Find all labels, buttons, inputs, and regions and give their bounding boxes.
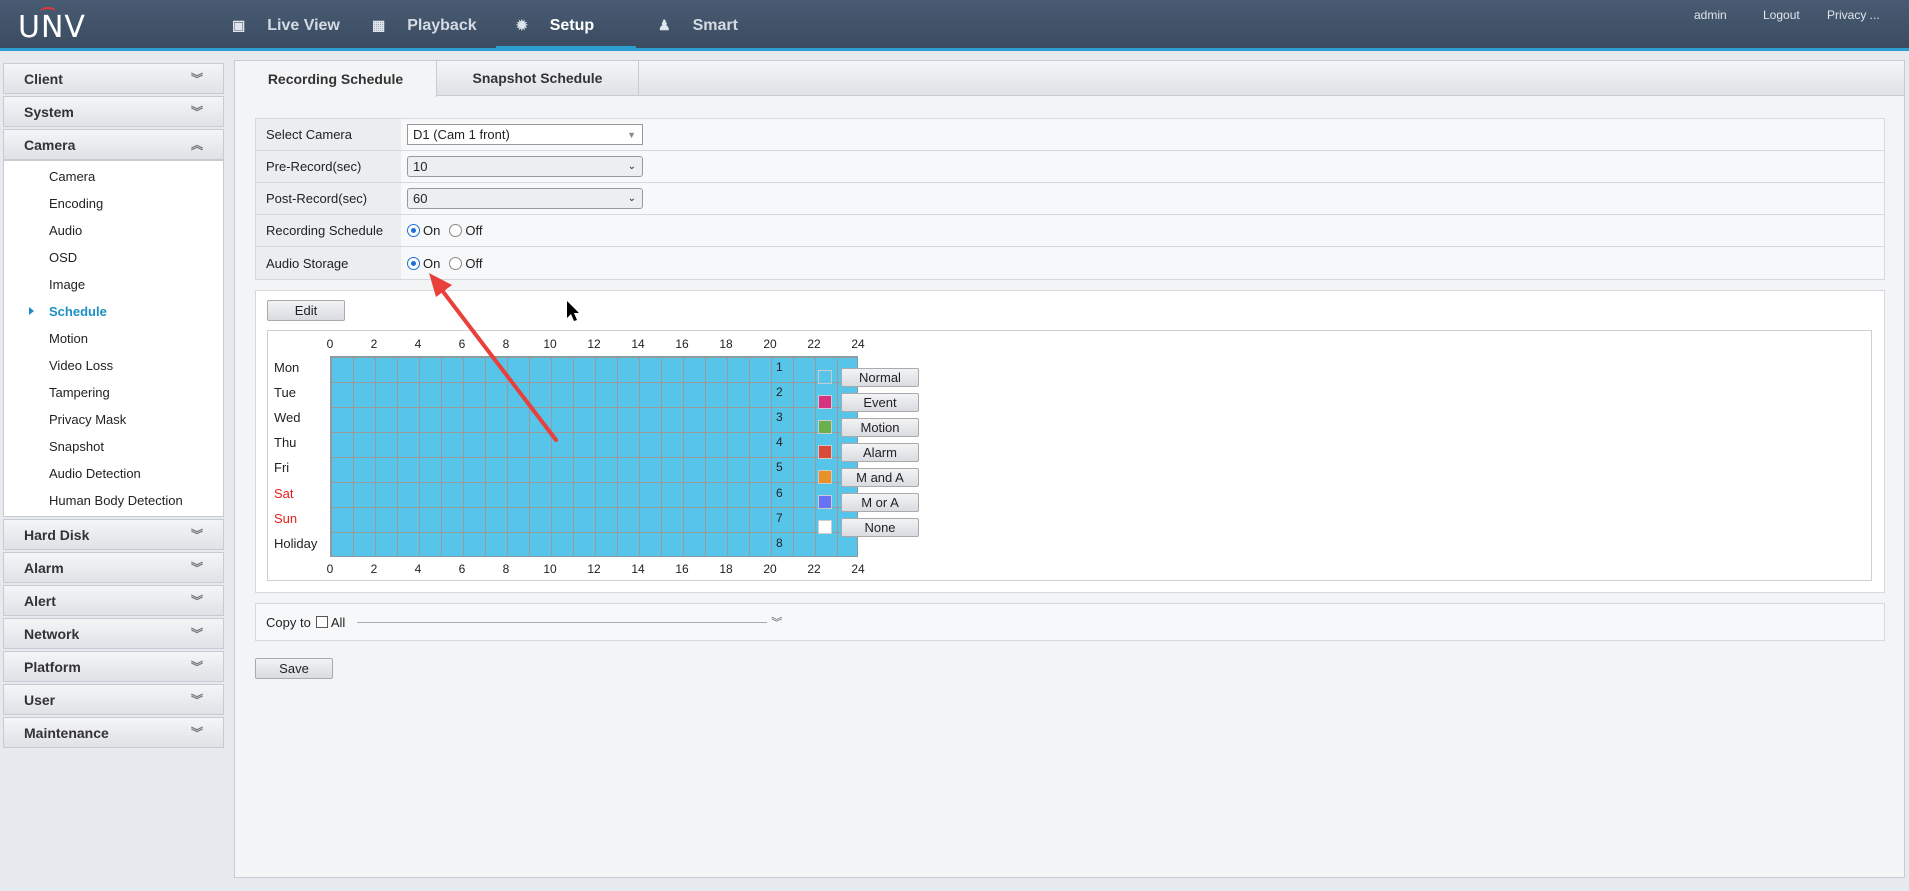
annotation-arrow xyxy=(429,273,579,442)
mouse-cursor-icon xyxy=(567,301,579,321)
